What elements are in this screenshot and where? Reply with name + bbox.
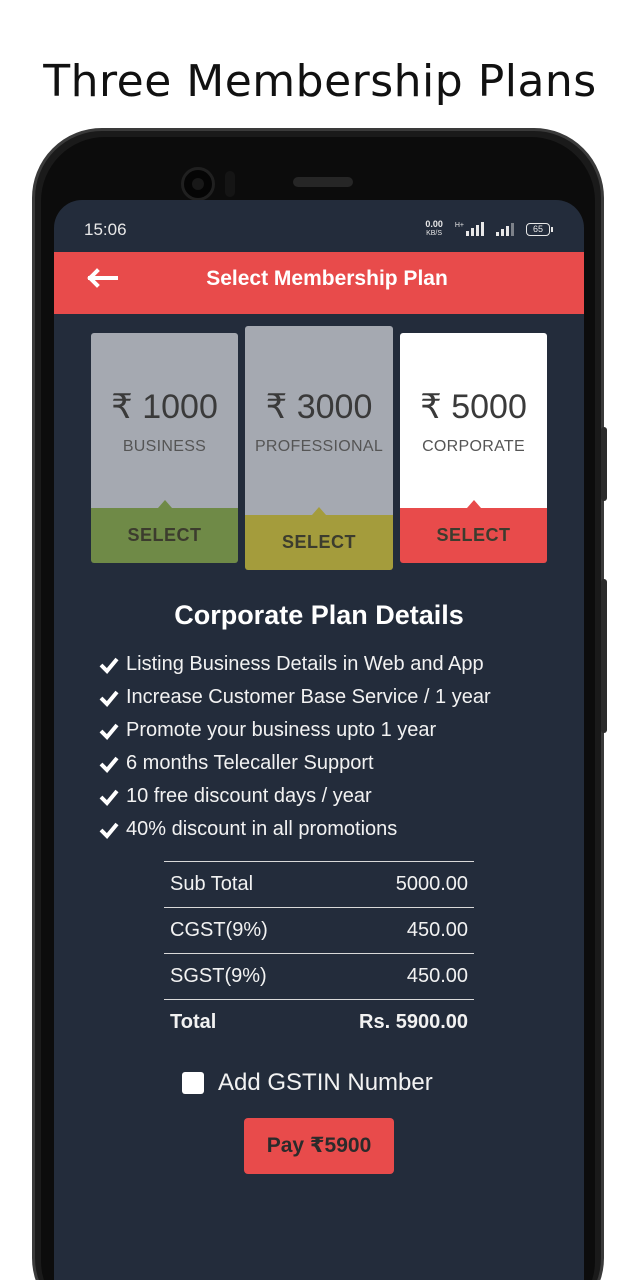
feature-item: Promote your business upto 1 year (98, 714, 491, 747)
plan-name: CORPORATE (422, 438, 525, 455)
check-icon (99, 657, 119, 674)
feature-text: 6 months Telecaller Support (126, 752, 374, 774)
pay-button[interactable]: Pay ₹5900 (244, 1118, 394, 1174)
check-icon (99, 789, 119, 806)
feature-text: Promote your business upto 1 year (126, 719, 437, 741)
check-icon (99, 822, 119, 839)
check-icon (99, 690, 119, 707)
network-speed-unit: KB/S (426, 230, 443, 237)
select-button-professional[interactable]: SELECT (245, 515, 393, 570)
feature-item: Listing Business Details in Web and App (98, 648, 491, 681)
gstin-checkbox[interactable] (182, 1072, 204, 1094)
notch-icon (157, 500, 172, 508)
notch-icon (466, 500, 481, 508)
feature-list: Listing Business Details in Web and App … (98, 648, 491, 846)
network-type: H+ (454, 222, 464, 229)
side-button (601, 427, 607, 501)
sensor-icon (225, 171, 235, 197)
plan-price: ₹ 3000 (265, 388, 373, 426)
table-row: SGST(9%) 450.00 (164, 953, 474, 1000)
row-label: Total (164, 999, 312, 1046)
row-label: Sub Total (164, 861, 312, 908)
feature-text: 40% discount in all promotions (126, 818, 398, 840)
network-speed-value: 0.00 (425, 219, 443, 229)
status-time: 15:06 (84, 220, 127, 239)
promo-title: Three Membership Plans (43, 56, 597, 107)
row-amount: Rs. 5900.00 (311, 999, 474, 1046)
app-bar: Select Membership Plan (54, 252, 584, 314)
gstin-label: Add GSTIN Number (218, 1069, 433, 1096)
check-icon (99, 723, 119, 740)
row-amount: 450.00 (311, 907, 474, 954)
signal-icon (496, 222, 514, 236)
plan-card-professional[interactable]: ₹ 3000 PROFESSIONAL SELECT (245, 326, 393, 570)
plan-price: ₹ 5000 (420, 388, 527, 426)
front-camera-icon (181, 167, 215, 201)
gstin-option[interactable]: Add GSTIN Number (182, 1069, 433, 1097)
plan-card-business[interactable]: ₹ 1000 BUSINESS SELECT (91, 333, 238, 563)
feature-text: Listing Business Details in Web and App (126, 653, 484, 675)
row-amount: 5000.00 (311, 861, 474, 908)
feature-text: 10 free discount days / year (126, 785, 372, 807)
status-bar: 15:06 0.00 KB/S H+ 65 (54, 200, 584, 252)
feature-item: 10 free discount days / year (98, 780, 491, 813)
battery-icon: 65 (526, 222, 553, 236)
plan-name: PROFESSIONAL (254, 438, 384, 455)
feature-item: 6 months Telecaller Support (98, 747, 491, 780)
app-screen: 15:06 0.00 KB/S H+ 65 Select Membership … (54, 200, 584, 1280)
plan-name: BUSINESS (122, 438, 207, 455)
row-label: CGST(9%) (164, 907, 312, 954)
notch-icon (312, 507, 326, 515)
plan-price: ₹ 1000 (111, 388, 218, 426)
select-button-business[interactable]: SELECT (91, 508, 238, 563)
side-button (601, 579, 607, 733)
price-summary-table: Sub Total 5000.00 CGST(9%) 450.00 SGST(9… (164, 861, 474, 1046)
network-speed: 0.00 KB/S (425, 220, 443, 238)
table-row-total: Total Rs. 5900.00 (164, 999, 474, 1046)
row-label: SGST(9%) (164, 953, 312, 1000)
app-bar-title: Select Membership Plan (206, 267, 448, 290)
table-row: CGST(9%) 450.00 (164, 907, 474, 954)
plan-card-corporate[interactable]: ₹ 5000 CORPORATE SELECT (400, 333, 547, 563)
row-amount: 450.00 (311, 953, 474, 1000)
feature-text: Increase Customer Base Service / 1 year (126, 686, 491, 708)
earpiece-speaker (293, 177, 353, 187)
select-button-corporate[interactable]: SELECT (400, 508, 547, 563)
table-row: Sub Total 5000.00 (164, 861, 474, 908)
feature-item: 40% discount in all promotions (98, 813, 491, 846)
status-icons: 0.00 KB/S H+ 65 (425, 220, 553, 238)
check-icon (99, 756, 119, 773)
feature-item: Increase Customer Base Service / 1 year (98, 681, 491, 714)
plan-details-title: Corporate Plan Details (174, 600, 464, 630)
signal-hplus-icon: H+ (455, 222, 484, 236)
